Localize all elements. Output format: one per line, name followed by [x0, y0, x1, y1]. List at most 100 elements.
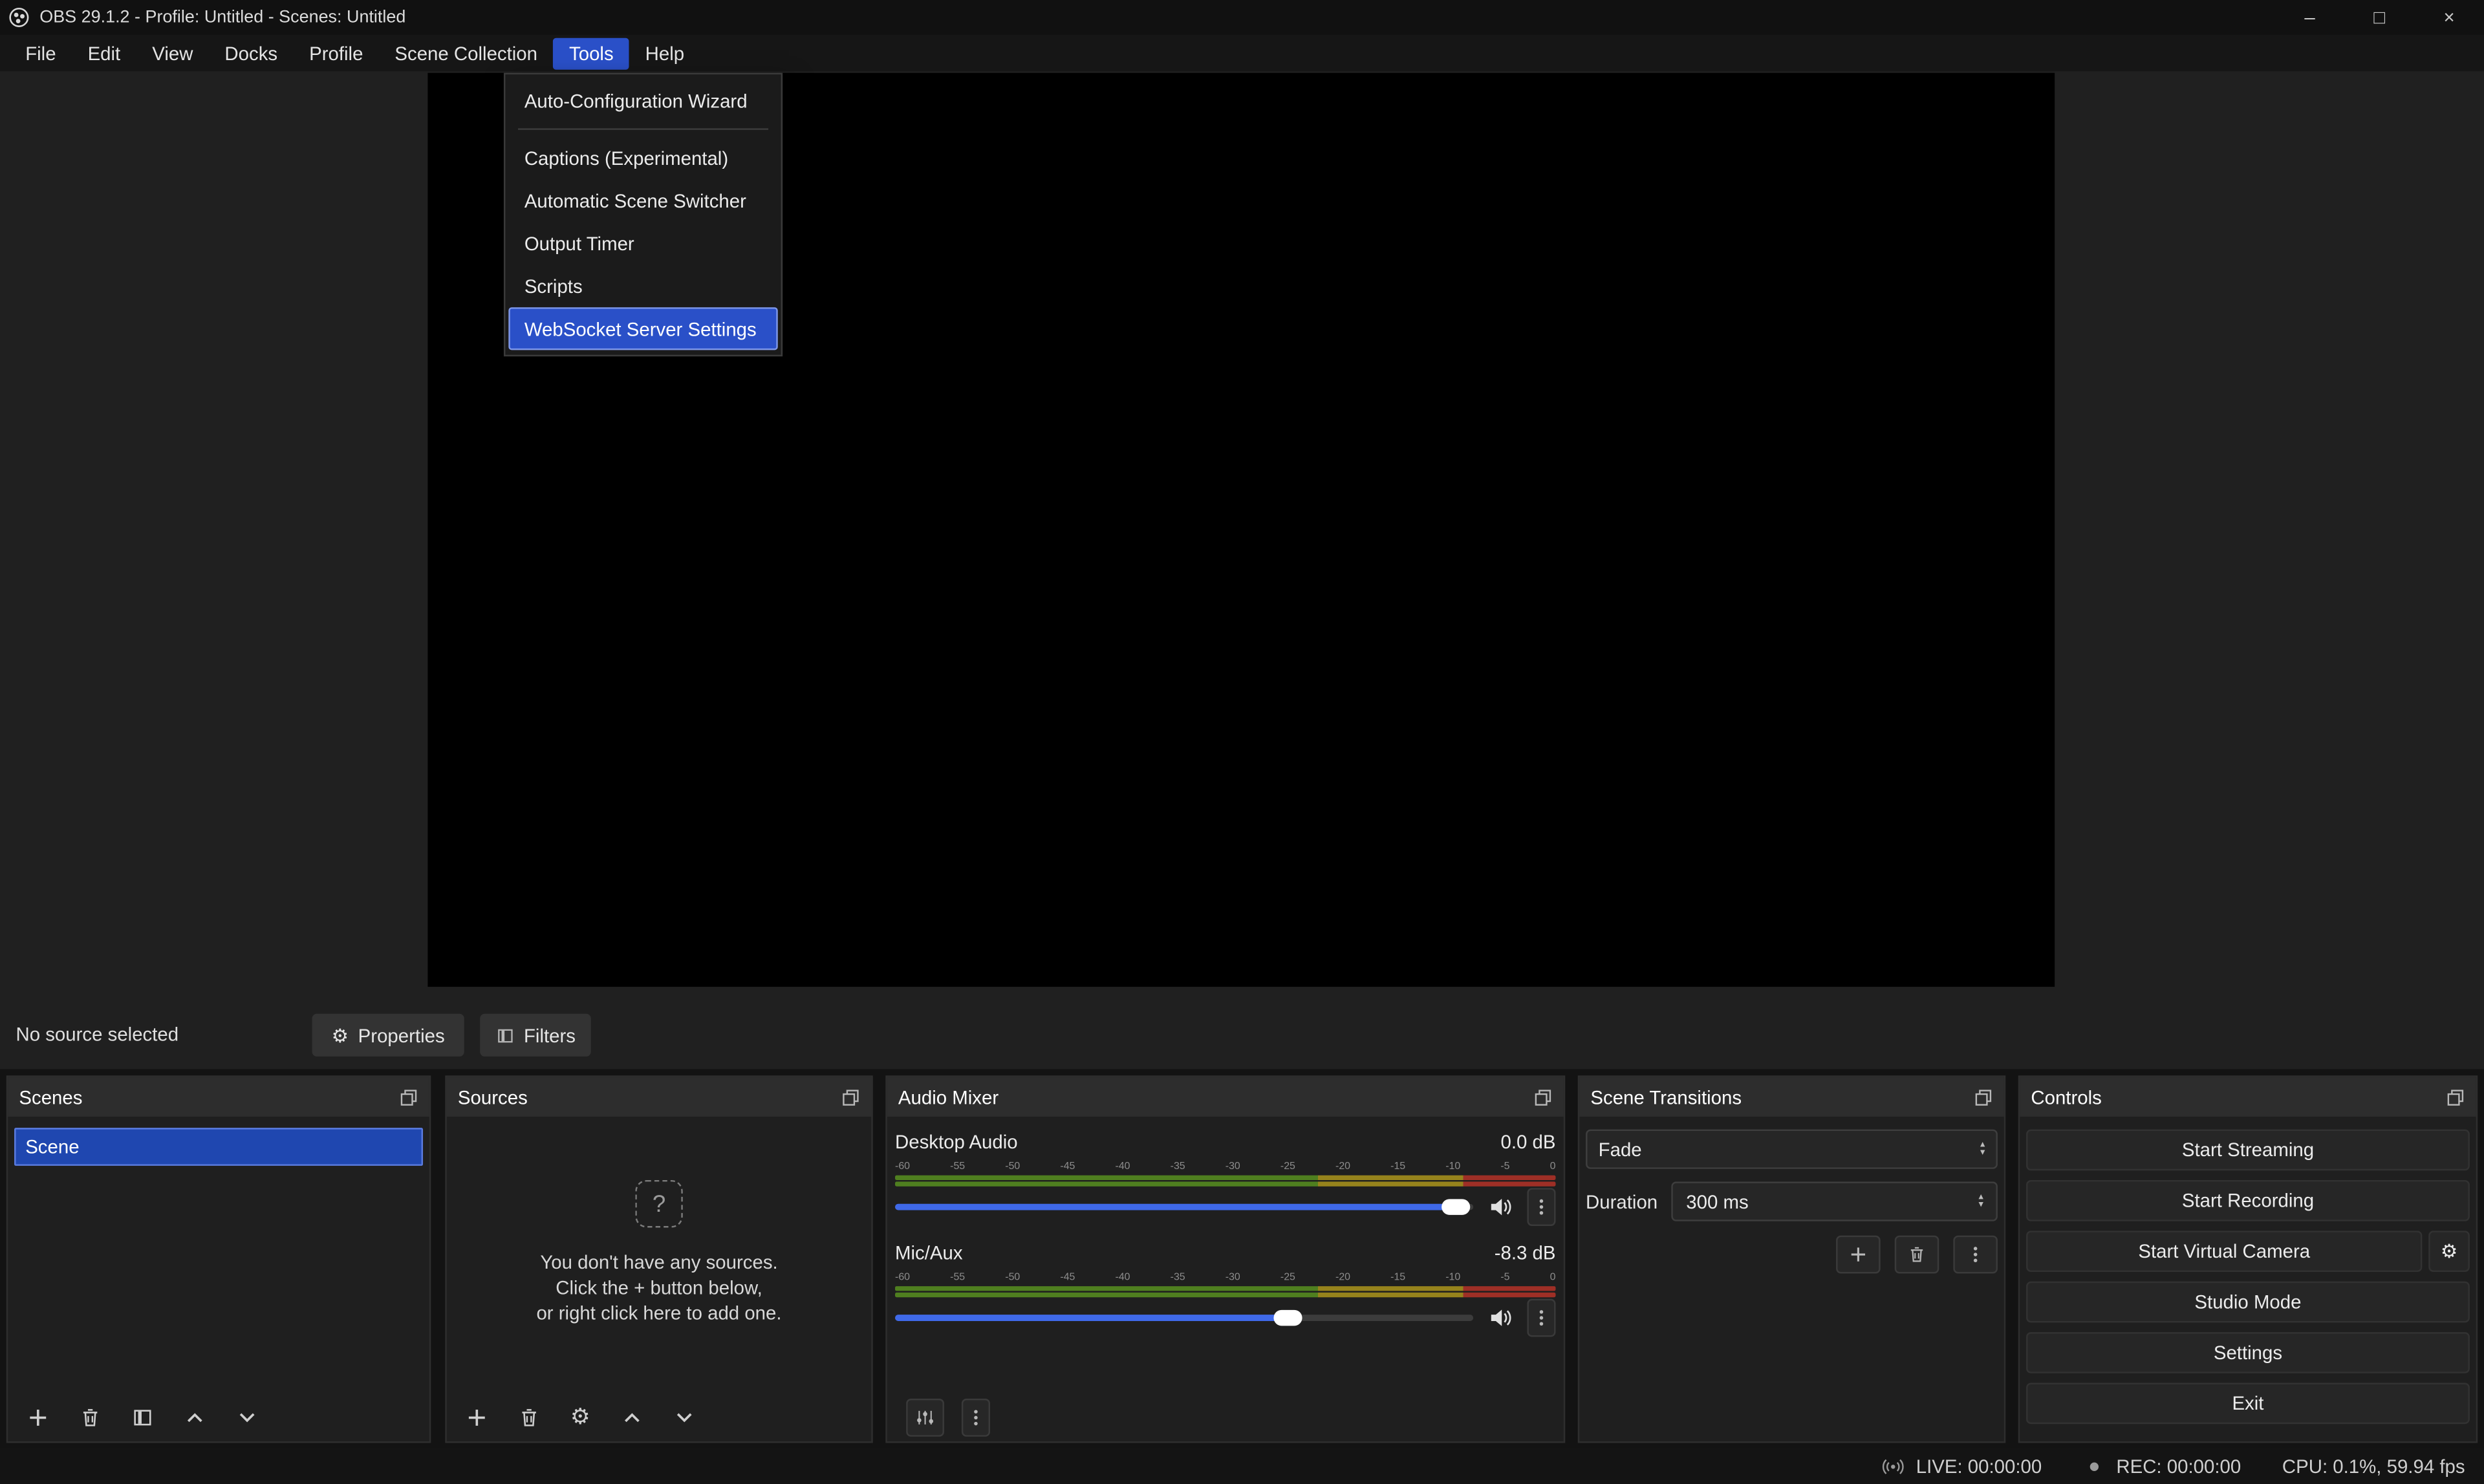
- meter-tick-label: -60: [895, 1271, 910, 1285]
- menu-item-captions[interactable]: Captions (Experimental): [508, 136, 777, 179]
- remove-source-button trash-icon[interactable]: [518, 1406, 540, 1428]
- add-scene-button plus-icon[interactable]: [27, 1406, 49, 1428]
- live-status: LIVE: 00:00:00: [1883, 1455, 2042, 1477]
- sources-empty-line: or right click here to add one.: [536, 1300, 781, 1326]
- settings-button[interactable]: Settings: [2026, 1332, 2470, 1373]
- meter-tick-label: -40: [1116, 1159, 1130, 1174]
- sources-panel-title: Sources: [458, 1086, 528, 1108]
- volume-slider-handle[interactable]: [1442, 1199, 1470, 1214]
- start-virtual-camera-button[interactable]: Start Virtual Camera: [2026, 1231, 2422, 1272]
- spinner-arrows-icon[interactable]: ▴▾: [1979, 1194, 1983, 1209]
- transition-menu-button[interactable]: [1953, 1236, 1998, 1274]
- menu-view[interactable]: View: [136, 38, 209, 69]
- studio-mode-button[interactable]: Studio Mode: [2026, 1282, 2470, 1323]
- record-dot-icon: [2083, 1455, 2105, 1477]
- scene-transitions-header: Scene Transitions: [1579, 1077, 2003, 1117]
- volume-meter: [895, 1286, 1555, 1291]
- kebab-icon: [1532, 1308, 1551, 1327]
- meter-scale: -60-55-50-45-40-35-30-25-20-15-10-50: [895, 1159, 1555, 1174]
- channel-menu-button[interactable]: [1527, 1299, 1555, 1337]
- meter-tick-label: -55: [950, 1271, 965, 1285]
- question-mark-icon: ?: [635, 1180, 682, 1227]
- audio-mixer-header: Audio Mixer: [887, 1077, 1564, 1117]
- audio-mixer-panel: Audio Mixer Desktop Audio 0.0 dB -60-55-…: [885, 1075, 1565, 1443]
- broadcast-icon: [1883, 1455, 1905, 1477]
- scene-transitions-title: Scene Transitions: [1590, 1086, 1742, 1108]
- duration-value: 300 ms: [1686, 1190, 1748, 1212]
- meter-tick-label: -15: [1390, 1271, 1405, 1285]
- advanced-audio-button[interactable]: [906, 1399, 944, 1437]
- remove-transition-button[interactable]: [1895, 1236, 1939, 1274]
- scene-filters-button filter-icon[interactable]: [131, 1406, 153, 1428]
- scene-transitions-body: Fade ▴▾ Duration 300 ms ▴▾: [1579, 1117, 2003, 1441]
- menu-docks[interactable]: Docks: [209, 38, 294, 69]
- meter-tick-label: 0: [1550, 1271, 1556, 1285]
- mixer-menu-button[interactable]: [962, 1399, 990, 1437]
- move-source-down-button chevron-down-icon[interactable]: [673, 1406, 695, 1428]
- virtual-camera-config-button[interactable]: ⚙: [2428, 1231, 2470, 1272]
- speaker-icon mute-toggle[interactable]: [1487, 1305, 1513, 1330]
- sliders-icon: [916, 1408, 934, 1427]
- volume-slider[interactable]: [895, 1315, 1473, 1321]
- window-title: OBS 29.1.2 - Profile: Untitled - Scenes:…: [39, 8, 405, 27]
- menu-item-auto-configuration-wizard[interactable]: Auto-Configuration Wizard: [508, 79, 777, 122]
- kebab-icon: [1532, 1198, 1551, 1216]
- source-properties-button gear-icon[interactable]: ⚙: [570, 1405, 590, 1430]
- popout-icon[interactable]: [841, 1088, 860, 1106]
- minimize-button[interactable]: –: [2275, 0, 2345, 35]
- volume-slider-handle[interactable]: [1274, 1310, 1302, 1326]
- transition-select[interactable]: Fade ▴▾: [1586, 1130, 1998, 1169]
- scenes-panel-title: Scenes: [19, 1086, 82, 1108]
- source-status-text: No source selected: [16, 1023, 178, 1045]
- mixer-channel-desktop-audio: Desktop Audio 0.0 dB -60-55-50-45-40-35-…: [895, 1128, 1555, 1226]
- meter-tick-label: -20: [1335, 1271, 1350, 1285]
- meter-tick-label: -30: [1226, 1159, 1240, 1174]
- scene-transitions-panel: Scene Transitions Fade ▴▾ Duration 300 m…: [1578, 1075, 2005, 1443]
- scenes-list: Scene: [8, 1117, 429, 1441]
- popout-icon[interactable]: [399, 1088, 418, 1106]
- maximize-button[interactable]: □: [2344, 0, 2414, 35]
- menu-file[interactable]: File: [10, 38, 72, 69]
- start-recording-button[interactable]: Start Recording: [2026, 1180, 2470, 1221]
- meter-tick-label: -50: [1005, 1271, 1020, 1285]
- close-button[interactable]: ×: [2414, 0, 2484, 35]
- add-transition-button[interactable]: [1836, 1236, 1881, 1274]
- channel-volume-db: -8.3 dB: [1495, 1241, 1556, 1263]
- menu-help[interactable]: Help: [629, 38, 700, 69]
- sources-list[interactable]: ? You don't have any sources. Click the …: [447, 1117, 871, 1441]
- menu-separator: [518, 128, 768, 129]
- properties-button[interactable]: ⚙ Properties: [312, 1014, 464, 1057]
- move-source-up-button chevron-up-icon[interactable]: [620, 1406, 642, 1428]
- speaker-icon mute-toggle[interactable]: [1487, 1194, 1513, 1220]
- cpu-fps-text: CPU: 0.1%, 59.94 fps: [2282, 1455, 2465, 1477]
- meter-tick-label: -45: [1060, 1159, 1075, 1174]
- meter-tick-label: -35: [1171, 1159, 1185, 1174]
- menu-item-automatic-scene-switcher[interactable]: Automatic Scene Switcher: [508, 179, 777, 222]
- scene-list-item[interactable]: Scene: [14, 1128, 423, 1166]
- menu-profile[interactable]: Profile: [294, 38, 379, 69]
- meter-tick-label: -55: [950, 1159, 965, 1174]
- live-time: LIVE: 00:00:00: [1916, 1455, 2042, 1477]
- meter-tick-label: -25: [1280, 1271, 1295, 1285]
- menu-item-scripts[interactable]: Scripts: [508, 264, 777, 307]
- duration-spinbox[interactable]: 300 ms ▴▾: [1672, 1181, 1998, 1221]
- obs-window: OBS 29.1.2 - Profile: Untitled - Scenes:…: [0, 0, 2484, 1484]
- remove-scene-button trash-icon[interactable]: [79, 1406, 101, 1428]
- menu-tools[interactable]: Tools: [554, 38, 630, 69]
- popout-icon[interactable]: [1533, 1088, 1552, 1106]
- audio-mixer-title: Audio Mixer: [898, 1086, 999, 1108]
- add-source-button plus-icon[interactable]: [466, 1406, 488, 1428]
- move-scene-down-button chevron-down-icon[interactable]: [236, 1406, 258, 1428]
- filters-button[interactable]: Filters: [480, 1014, 590, 1057]
- start-streaming-button[interactable]: Start Streaming: [2026, 1130, 2470, 1171]
- menu-edit[interactable]: Edit: [72, 38, 136, 69]
- menu-item-websocket-server-settings[interactable]: WebSocket Server Settings: [508, 307, 777, 350]
- channel-menu-button[interactable]: [1527, 1188, 1555, 1226]
- popout-icon[interactable]: [2446, 1088, 2465, 1106]
- popout-icon[interactable]: [1974, 1088, 1993, 1106]
- move-scene-up-button chevron-up-icon[interactable]: [184, 1406, 206, 1428]
- menu-item-output-timer[interactable]: Output Timer: [508, 222, 777, 264]
- menu-scene-collection[interactable]: Scene Collection: [379, 38, 554, 69]
- volume-slider[interactable]: [895, 1204, 1473, 1210]
- exit-button[interactable]: Exit: [2026, 1383, 2470, 1425]
